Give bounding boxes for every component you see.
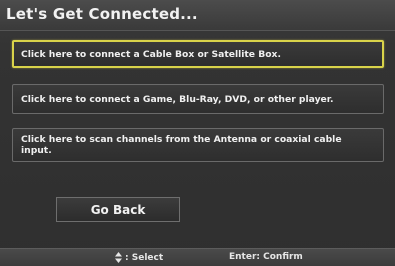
select-hint: : Select bbox=[115, 252, 163, 263]
option-cable-satellite[interactable]: Click here to connect a Cable Box or Sat… bbox=[12, 40, 384, 68]
page-title: Let's Get Connected... bbox=[6, 5, 198, 23]
option-label: Click here to connect a Cable Box or Sat… bbox=[21, 48, 281, 60]
connection-setup-screen: Let's Get Connected... Click here to con… bbox=[0, 0, 395, 266]
confirm-hint: Enter: Confirm bbox=[229, 252, 303, 262]
option-game-player[interactable]: Click here to connect a Game, Blu-Ray, D… bbox=[12, 84, 384, 114]
option-label: Click here to scan channels from the Ant… bbox=[21, 134, 342, 156]
option-scan-channels[interactable]: Click here to scan channels from the Ant… bbox=[12, 128, 384, 162]
footer-hints: : Select Enter: Confirm bbox=[0, 248, 395, 266]
select-hint-label: : Select bbox=[125, 252, 164, 263]
go-back-label: Go Back bbox=[90, 202, 146, 217]
up-down-arrows-icon bbox=[115, 252, 122, 263]
go-back-button[interactable]: Go Back bbox=[56, 197, 180, 222]
option-label: Click here to connect a Game, Blu-Ray, D… bbox=[21, 93, 334, 105]
title-bar: Let's Get Connected... bbox=[0, 0, 395, 31]
